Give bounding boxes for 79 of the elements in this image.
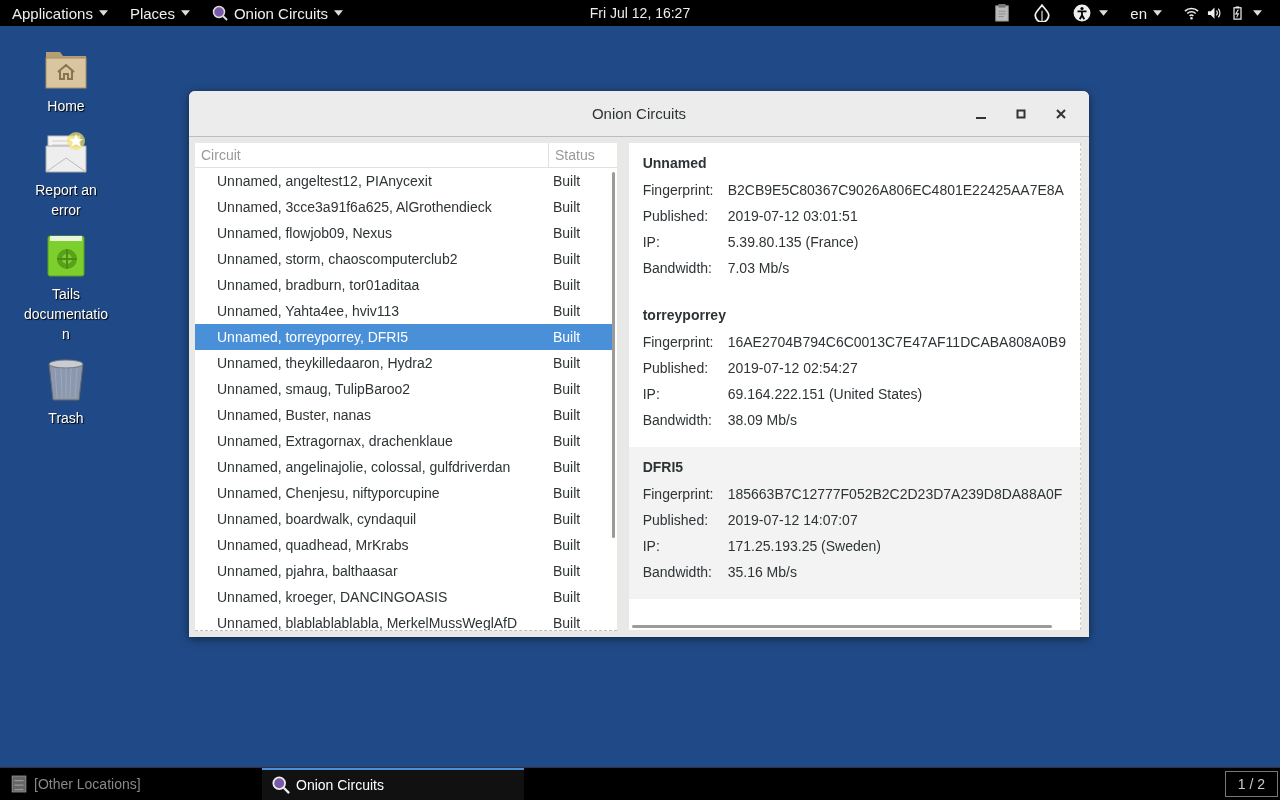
circuit-row[interactable]: Unnamed, Extragornax, drachenklaue Built	[195, 428, 615, 454]
window-title: Onion Circuits	[591, 105, 687, 122]
caret-icon	[334, 10, 344, 16]
scrollbar[interactable]	[631, 625, 1052, 628]
file-cabinet-icon	[10, 775, 28, 793]
field-label: Bandwidth:	[642, 412, 713, 428]
book-icon[interactable]	[44, 234, 88, 278]
node-name: torreyporrey	[642, 307, 727, 325]
accessibility-icon[interactable]	[1073, 4, 1092, 22]
wifi-icon[interactable]	[1184, 6, 1199, 20]
circuit-row[interactable]: Unnamed, Yahta4ee, hviv113 Built	[195, 298, 615, 324]
top-menu[interactable]: Applications	[12, 4, 108, 22]
caret-icon	[1099, 10, 1109, 16]
field-label: Fingerprint:	[642, 182, 715, 198]
field-value: 5.39.80.135 (France)	[727, 234, 859, 250]
circuit-row[interactable]: Unnamed, bradburn, tor01aditaa Built	[195, 272, 615, 298]
minimize-icon	[976, 117, 986, 119]
field-value: 171.25.193.25 (Sweden)	[727, 538, 882, 554]
caret-icon	[180, 10, 190, 16]
onion-magnifier-icon	[211, 5, 228, 21]
circuit-row[interactable]: Unnamed, smaug, TulipBaroo2 Built	[195, 376, 615, 402]
field-label: IP:	[642, 538, 661, 554]
caret-icon	[1253, 10, 1262, 16]
field-label: Fingerprint:	[642, 486, 715, 502]
field-label: Bandwidth:	[642, 564, 713, 580]
field-label: Published:	[642, 360, 710, 376]
circuit-row[interactable]: Unnamed, 3cce3a91f6a625, AlGrothendieck Built	[195, 194, 615, 220]
field-value: 185663B7C12777F052B2C2D23D7A239D8DA88A0F	[727, 486, 1063, 502]
close-icon	[1056, 109, 1066, 119]
taskbar-item[interactable]: [Other Locations]	[0, 768, 262, 800]
circuit-row[interactable]: Unnamed, blablablablabla, MerkelMussWeglAfD Built	[195, 610, 615, 630]
circuit-row[interactable]: Unnamed, storm, chaoscomputerclub2 Built	[195, 246, 615, 272]
taskbar-item[interactable]: Onion Circuits	[262, 768, 524, 800]
circuit-row[interactable]: Unnamed, pjahra, balthaasar Built	[195, 558, 615, 584]
circuit-row[interactable]: Unnamed, Chenjesu, niftyporcupine Built	[195, 480, 615, 506]
language-menu[interactable]: en	[1130, 4, 1162, 22]
field-value: 69.164.222.151 (United States)	[727, 386, 923, 402]
onion-icon[interactable]	[1033, 4, 1052, 22]
circuit-row[interactable]: Unnamed, Buster, nanas Built	[195, 402, 615, 428]
field-label: IP:	[642, 234, 661, 250]
field-value: 7.03 Mb/s	[727, 260, 790, 276]
circuit-row[interactable]: Unnamed, kroeger, DANCINGOASIS Built	[195, 584, 615, 610]
battery-icon[interactable]	[1230, 6, 1245, 20]
field-value: B2CB9E5C80367C9026A806EC4801E22425AA7E8A	[727, 182, 1064, 198]
desktop-icon-label[interactable]: Report an error	[23, 180, 109, 220]
clipboard-icon[interactable]	[993, 4, 1012, 22]
circuit-row[interactable]: Unnamed, flowjob09, Nexus Built	[195, 220, 615, 246]
circuit-row[interactable]: Unnamed, quadhead, MrKrabs Built	[195, 532, 615, 558]
desktop-icon-label[interactable]: Tails documentation	[23, 284, 109, 344]
field-label: Published:	[642, 208, 710, 224]
field-label: Fingerprint:	[642, 334, 715, 350]
field-value: 35.16 Mb/s	[727, 564, 797, 580]
desktop-icon-label[interactable]: Trash	[23, 408, 109, 428]
circuit-row[interactable]: Unnamed, theykilledaaron, Hydra2 Built	[195, 350, 615, 376]
node-name: Unnamed	[642, 155, 708, 173]
field-value: 38.09 Mb/s	[727, 412, 797, 428]
circuit-row[interactable]: Unnamed, angelinajolie, colossal, gulfdriverdan Built	[195, 454, 615, 480]
field-label: Published:	[642, 512, 710, 528]
top-menu[interactable]: Places	[129, 4, 190, 22]
caret-icon	[98, 10, 108, 16]
field-value: 2019-07-12 14:07:07	[727, 512, 858, 528]
workspace-indicator[interactable]: 1 / 2	[1224, 771, 1278, 797]
field-value: 16AE2704B794C6C0013C7E47AF11DCABA808A0B9	[727, 334, 1066, 350]
field-value: 2019-07-12 03:01:51	[727, 208, 858, 224]
desktop-icon-label[interactable]: Home	[23, 96, 109, 116]
volume-icon[interactable]	[1207, 6, 1222, 20]
onion-magnifier-icon	[272, 776, 290, 794]
node-name: DFRI5	[642, 459, 685, 477]
circuit-row[interactable]: Unnamed, angeltest12, PIAnycexit Built	[195, 168, 615, 194]
envelope-star-icon[interactable]	[44, 130, 88, 174]
top-menu[interactable]: Onion Circuits	[211, 4, 344, 22]
scrollbar[interactable]	[611, 172, 615, 538]
field-label: IP:	[642, 386, 661, 402]
caret-icon	[1153, 10, 1162, 16]
circuit-row[interactable]: Unnamed, boardwalk, cyndaquil Built	[195, 506, 615, 532]
clock[interactable]: Fri Jul 12, 16:27	[589, 5, 691, 21]
field-value: 2019-07-12 02:54:27	[727, 360, 858, 376]
field-label: Bandwidth:	[642, 260, 713, 276]
maximize-icon	[1016, 109, 1026, 119]
